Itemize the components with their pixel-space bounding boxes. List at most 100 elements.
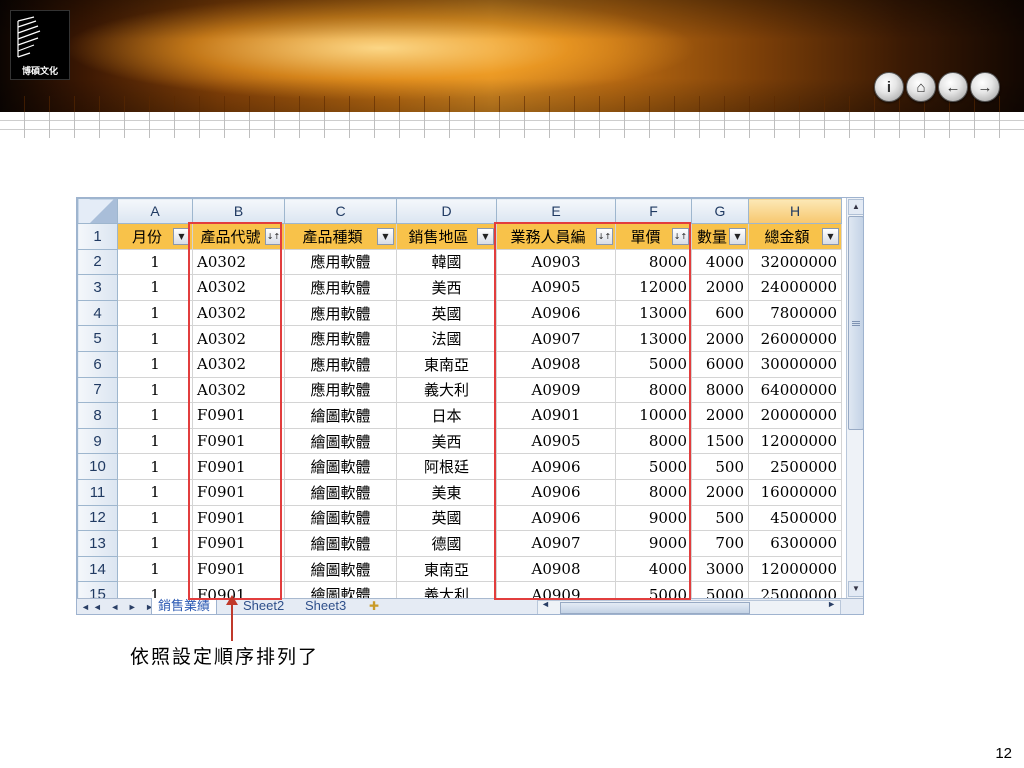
- cell-f[interactable]: 8000: [615, 248, 692, 276]
- cell-e[interactable]: A0906: [496, 478, 616, 506]
- column-letter-b[interactable]: B: [192, 198, 285, 224]
- cell-d[interactable]: 法國: [396, 325, 497, 352]
- cell-h[interactable]: 7800000: [748, 299, 842, 327]
- cell-h[interactable]: 6300000: [748, 530, 842, 557]
- cell-b[interactable]: A0302: [192, 248, 285, 276]
- cell-e[interactable]: A0907: [496, 325, 616, 352]
- cell-c[interactable]: 應用軟體: [284, 299, 397, 327]
- cell-b[interactable]: A0302: [192, 376, 285, 404]
- cell-g[interactable]: 2000: [691, 274, 749, 301]
- home-icon[interactable]: ⌂: [906, 72, 936, 102]
- horizontal-scrollbar[interactable]: ◄ ►: [537, 599, 841, 614]
- cell-h[interactable]: 32000000: [748, 248, 842, 276]
- cell-d[interactable]: 英國: [396, 299, 497, 327]
- forward-arrow-icon[interactable]: →: [970, 72, 1000, 102]
- cell-d[interactable]: 美西: [396, 427, 497, 455]
- cell-g[interactable]: 3000: [691, 555, 749, 583]
- filter-dropdown-icon[interactable]: ▼: [377, 228, 394, 245]
- cell-c[interactable]: 繪圖軟體: [284, 453, 397, 480]
- cell-a[interactable]: 1: [117, 248, 193, 276]
- cell-g[interactable]: 8000: [691, 376, 749, 404]
- cell-f[interactable]: 4000: [615, 555, 692, 583]
- cell-c[interactable]: 應用軟體: [284, 274, 397, 301]
- sort-filter-icon[interactable]: ↓↑: [596, 228, 613, 245]
- cell-h[interactable]: 64000000: [748, 376, 842, 404]
- info-icon[interactable]: i: [874, 72, 904, 102]
- cell-h[interactable]: 12000000: [748, 555, 842, 583]
- cell-g[interactable]: 700: [691, 530, 749, 557]
- scroll-up-icon[interactable]: ▲: [848, 199, 863, 215]
- cell-h[interactable]: 26000000: [748, 325, 842, 352]
- vertical-scroll-thumb[interactable]: [848, 216, 863, 430]
- cell-h[interactable]: 12000000: [748, 427, 842, 455]
- row-number[interactable]: 10: [77, 453, 118, 480]
- cell-d[interactable]: 日本: [396, 402, 497, 429]
- cell-g[interactable]: 2000: [691, 478, 749, 506]
- cell-b[interactable]: F0901: [192, 427, 285, 455]
- cell-b[interactable]: F0901: [192, 402, 285, 429]
- tab-sales[interactable]: 銷售業績: [151, 598, 218, 614]
- cell-f[interactable]: 10000: [615, 402, 692, 429]
- cell-g[interactable]: 2000: [691, 325, 749, 352]
- column-letter-a[interactable]: A: [117, 198, 193, 224]
- cell-f[interactable]: 13000: [615, 299, 692, 327]
- column-letter-h[interactable]: H: [748, 198, 842, 224]
- cell-c[interactable]: 應用軟體: [284, 350, 397, 378]
- cell-b[interactable]: F0901: [192, 504, 285, 532]
- cell-c[interactable]: 繪圖軟體: [284, 555, 397, 583]
- cell-e[interactable]: A0906: [496, 504, 616, 532]
- cell-a[interactable]: 1: [117, 325, 193, 352]
- row-number[interactable]: 3: [77, 274, 118, 301]
- row-number[interactable]: 11: [77, 478, 118, 506]
- cell-a[interactable]: 1: [117, 402, 193, 429]
- sort-filter-icon[interactable]: ↓↑: [265, 228, 282, 245]
- cell-a[interactable]: 1: [117, 350, 193, 378]
- cell-h[interactable]: 4500000: [748, 504, 842, 532]
- column-letter-f[interactable]: F: [615, 198, 692, 224]
- cell-e[interactable]: A0908: [496, 555, 616, 583]
- cell-g[interactable]: 2000: [691, 402, 749, 429]
- cell-e[interactable]: A0909: [496, 376, 616, 404]
- cell-h[interactable]: 24000000: [748, 274, 842, 301]
- cell-e[interactable]: A0903: [496, 248, 616, 276]
- row-number[interactable]: 2: [77, 248, 118, 276]
- filter-dropdown-icon[interactable]: ▼: [729, 228, 746, 245]
- cell-g[interactable]: 500: [691, 504, 749, 532]
- column-letter-d[interactable]: D: [396, 198, 497, 224]
- cell-c[interactable]: 繪圖軟體: [284, 402, 397, 429]
- cell-a[interactable]: 1: [117, 530, 193, 557]
- cell-h[interactable]: 16000000: [748, 478, 842, 506]
- cell-b[interactable]: A0302: [192, 274, 285, 301]
- row-number[interactable]: 6: [77, 350, 118, 378]
- cell-e[interactable]: A0905: [496, 274, 616, 301]
- cell-f[interactable]: 12000: [615, 274, 692, 301]
- column-letter-c[interactable]: C: [284, 198, 397, 224]
- filter-dropdown-icon[interactable]: ▼: [477, 228, 494, 245]
- tab-sheet2[interactable]: Sheet2: [237, 598, 290, 614]
- insert-sheet-icon[interactable]: ✚: [363, 598, 385, 614]
- cell-f[interactable]: 8000: [615, 427, 692, 455]
- cell-a[interactable]: 1: [117, 274, 193, 301]
- cell-b[interactable]: F0901: [192, 555, 285, 583]
- row-number[interactable]: 9: [77, 427, 118, 455]
- back-arrow-icon[interactable]: ←: [938, 72, 968, 102]
- cell-b[interactable]: A0302: [192, 325, 285, 352]
- row-number[interactable]: 4: [77, 299, 118, 327]
- cell-d[interactable]: 英國: [396, 504, 497, 532]
- cell-d[interactable]: 東南亞: [396, 350, 497, 378]
- cell-g[interactable]: 600: [691, 299, 749, 327]
- cell-c[interactable]: 繪圖軟體: [284, 504, 397, 532]
- cell-c[interactable]: 應用軟體: [284, 248, 397, 276]
- vertical-scrollbar[interactable]: ▲ ▼: [846, 198, 863, 598]
- cell-b[interactable]: F0901: [192, 478, 285, 506]
- cell-d[interactable]: 德國: [396, 530, 497, 557]
- cell-d[interactable]: 阿根廷: [396, 453, 497, 480]
- sort-filter-icon[interactable]: ↓↑: [672, 228, 689, 245]
- cell-f[interactable]: 9000: [615, 504, 692, 532]
- cell-a[interactable]: 1: [117, 453, 193, 480]
- cell-e[interactable]: A0907: [496, 530, 616, 557]
- cell-g[interactable]: 6000: [691, 350, 749, 378]
- cell-a[interactable]: 1: [117, 555, 193, 583]
- cell-e[interactable]: A0906: [496, 453, 616, 480]
- cell-b[interactable]: A0302: [192, 299, 285, 327]
